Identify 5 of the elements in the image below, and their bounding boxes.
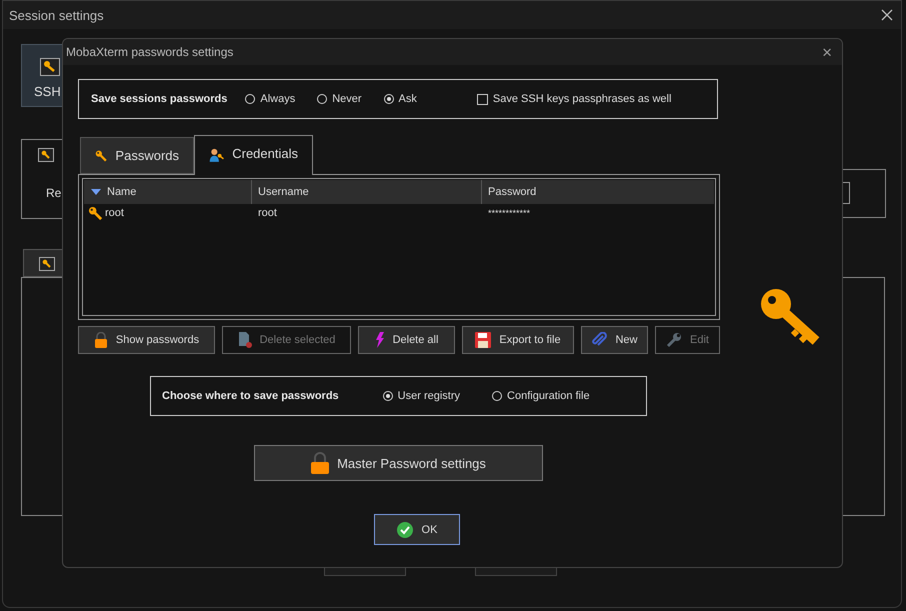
- field-label: Re: [46, 186, 62, 200]
- group-label: Save sessions passwords: [91, 93, 228, 105]
- dialog-title: MobaXterm passwords settings: [66, 45, 234, 59]
- window-title: Session settings: [9, 8, 104, 22]
- group-label: Choose where to save passwords: [162, 390, 339, 402]
